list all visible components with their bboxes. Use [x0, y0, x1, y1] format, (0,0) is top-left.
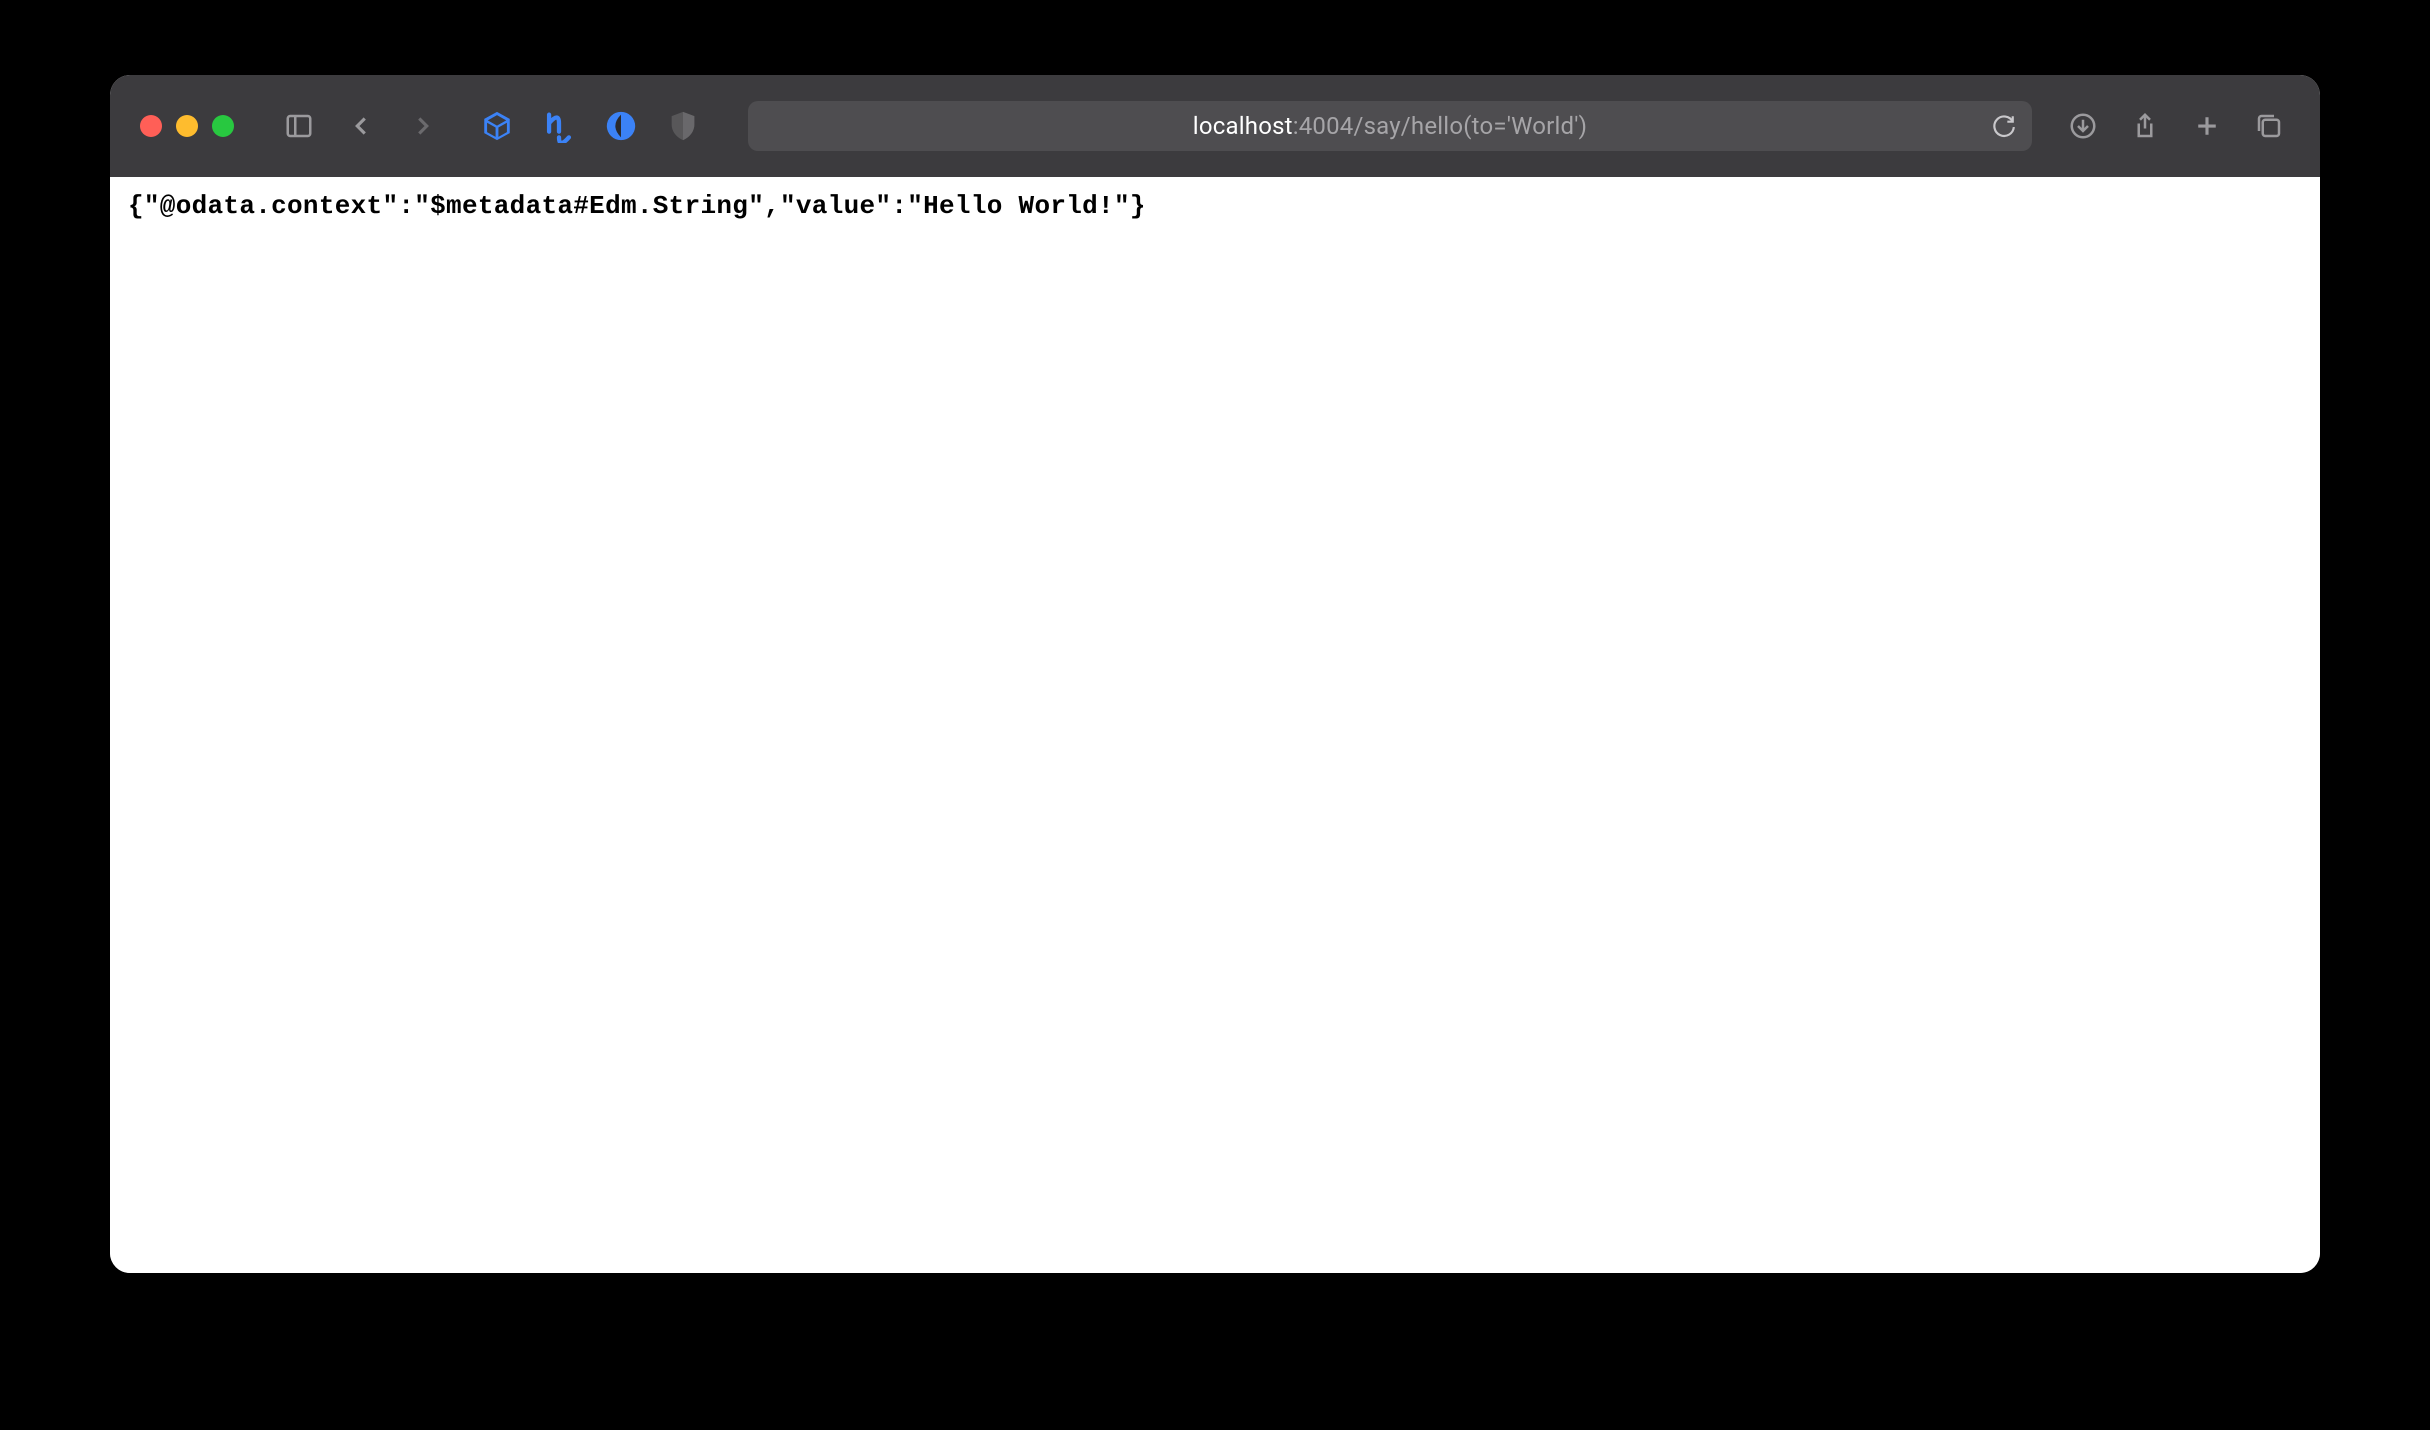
forward-button-icon[interactable]: [406, 109, 440, 143]
browser-window: localhost:4004/say/hello(to='World'): [110, 75, 2320, 1273]
honey-extension-icon[interactable]: [542, 109, 576, 143]
share-icon[interactable]: [2128, 109, 2162, 143]
downloads-icon[interactable]: [2066, 109, 2100, 143]
address-port: :4004: [1293, 112, 1354, 140]
cube-extension-icon[interactable]: [480, 109, 514, 143]
address-host: localhost: [1193, 112, 1293, 140]
json-response-text: {"@odata.context":"$metadata#Edm.String"…: [128, 191, 2302, 221]
window-controls: [140, 115, 234, 137]
shield-extension-icon[interactable]: [666, 109, 700, 143]
tabs-overview-icon[interactable]: [2252, 109, 2286, 143]
address-bar[interactable]: localhost:4004/say/hello(to='World'): [748, 101, 2032, 151]
address-bar-text: localhost:4004/say/hello(to='World'): [1193, 112, 1587, 140]
extension-icons: [480, 109, 700, 143]
sidebar-toggle-icon[interactable]: [282, 109, 316, 143]
address-path: /say/hello(to='World'): [1353, 112, 1587, 140]
back-button-icon[interactable]: [344, 109, 378, 143]
reload-icon[interactable]: [1990, 113, 2016, 139]
close-window-button[interactable]: [140, 115, 162, 137]
right-toolbar: [2066, 109, 2286, 143]
browser-toolbar: localhost:4004/say/hello(to='World'): [110, 75, 2320, 177]
minimize-window-button[interactable]: [176, 115, 198, 137]
new-tab-icon[interactable]: [2190, 109, 2224, 143]
nav-controls: [282, 109, 440, 143]
page-content: {"@odata.context":"$metadata#Edm.String"…: [110, 177, 2320, 1273]
maximize-window-button[interactable]: [212, 115, 234, 137]
globe-extension-icon[interactable]: [604, 109, 638, 143]
